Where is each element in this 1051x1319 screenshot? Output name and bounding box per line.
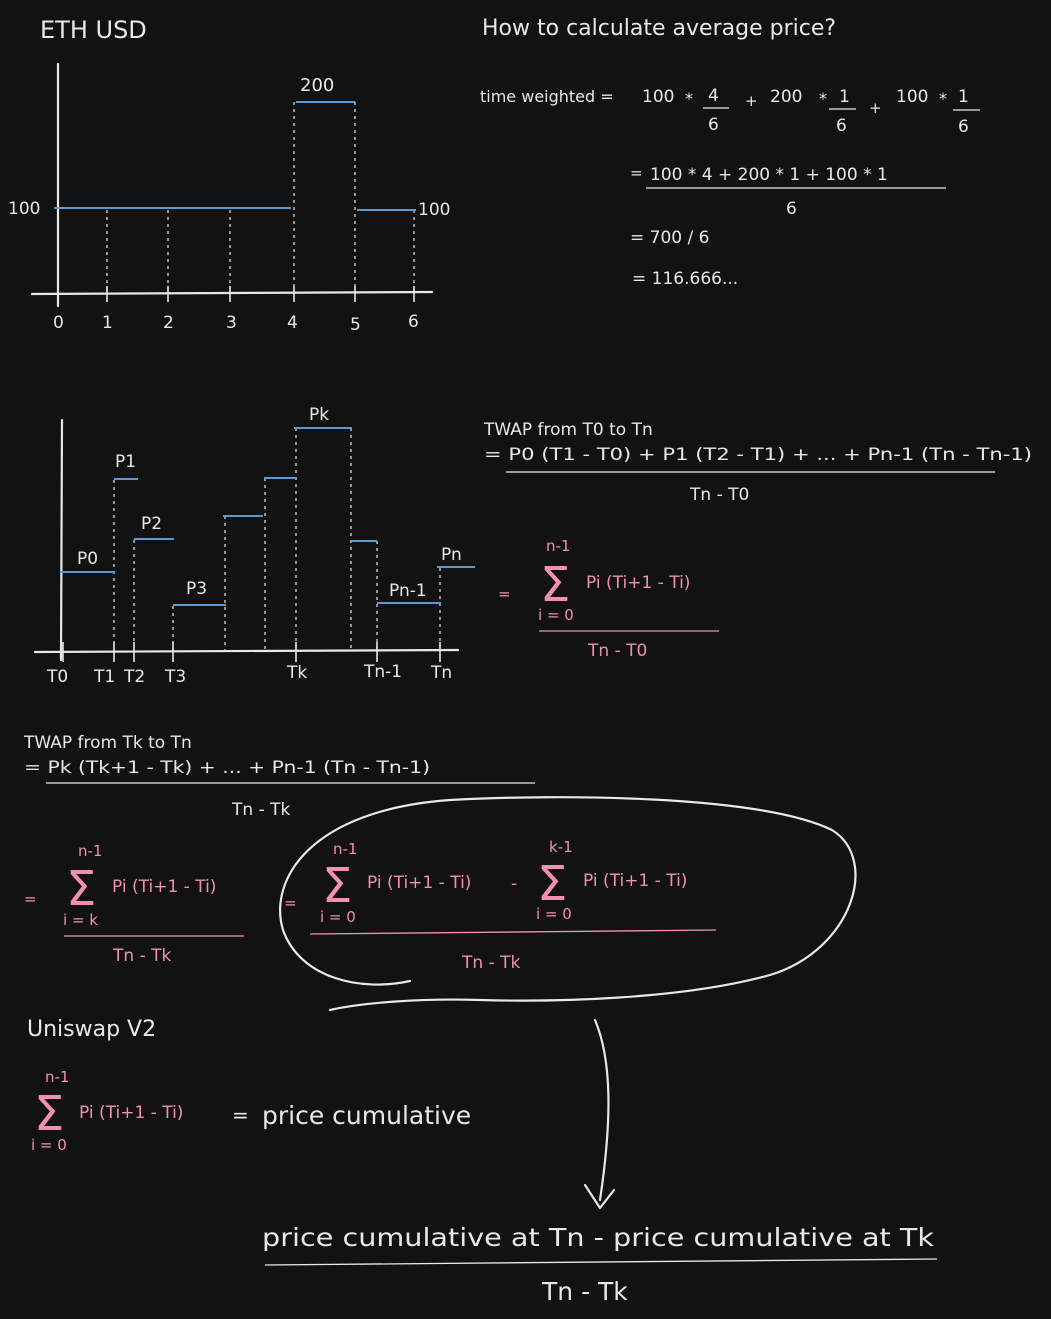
uniswap-equals: = <box>232 1103 249 1127</box>
diff-equals: = <box>284 894 297 912</box>
label-pk: Pk <box>309 405 329 425</box>
twap-k-numerator: = Pk (Tk+1 - Tk) + ... + Pn-1 (Tn - Tn-1… <box>24 758 430 778</box>
highlight-circle <box>279 796 857 1012</box>
uniswap-sum-upper-limit: n-1 <box>45 1068 69 1086</box>
sum-k-upper-limit: n-1 <box>78 842 102 860</box>
term3-multiply: * <box>939 89 947 108</box>
sum-denominator: Tn - T0 <box>587 641 647 661</box>
label-t2: T2 <box>123 667 145 687</box>
term1-numerator: 4 <box>708 86 719 106</box>
term2-numerator: 1 <box>839 87 850 107</box>
label-p2: P2 <box>141 514 162 534</box>
sigma-icon: Σ <box>34 1086 64 1142</box>
uniswap-section: Uniswap V2 n-1 Σ i = 0 Pi (Ti+1 - Ti) = … <box>27 1017 471 1154</box>
chart1-x-tick-label: 3 <box>226 313 237 333</box>
twap-full-denominator: Tn - T0 <box>689 485 749 505</box>
final-numerator: price cumulative at Tn - price cumulativ… <box>262 1223 935 1252</box>
sum-k-lower-limit: i = k <box>63 911 98 929</box>
time-weighted-label: time weighted = <box>480 87 614 106</box>
diff-denominator: Tn - Tk <box>461 953 520 973</box>
uniswap-title: Uniswap V2 <box>27 1017 156 1042</box>
chart2-x-axis <box>33 648 460 654</box>
chart1-y-label: 100 <box>8 199 40 219</box>
label-t1: T1 <box>93 667 115 687</box>
chart1-x-axis <box>30 290 434 296</box>
sum-k1-body: Pi (Ti+1 - Ti) <box>583 871 687 891</box>
term3-numerator: 1 <box>958 87 969 107</box>
label-pn: Pn <box>441 545 462 565</box>
sum-k-denominator: Tn - Tk <box>112 946 171 966</box>
twap-t0-tn: TWAP from T0 to Tn = P0 (T1 - T0) + P1 (… <box>483 420 1032 661</box>
price-steps-chart: P0 P1 P2 P3 Pk Pn-1 Pn T0 T1 T2 T3 Tk Tn… <box>33 405 475 687</box>
average-question: How to calculate average price? <box>482 16 836 41</box>
label-tn: Tn <box>430 663 452 683</box>
arrow-line <box>593 1018 610 1202</box>
chart1-right-value: 100 <box>418 200 450 220</box>
label-p3: P3 <box>186 579 207 599</box>
minus-sign: - <box>511 874 517 894</box>
sum-upper-limit: n-1 <box>546 537 570 555</box>
sum-n-body: Pi (Ti+1 - Ti) <box>367 873 471 893</box>
sum-n-lower-limit: i = 0 <box>320 908 356 926</box>
sum-body: Pi (Ti+1 - Ti) <box>586 573 690 593</box>
label-p0: P0 <box>77 549 98 569</box>
uniswap-sum-lower-limit: i = 0 <box>31 1136 67 1154</box>
chart1-x-tick-label: 1 <box>102 313 113 333</box>
chart1-x-tick-label: 2 <box>163 313 174 333</box>
twap-k-equals: = <box>24 890 37 908</box>
uniswap-sum-body: Pi (Ti+1 - Ti) <box>79 1103 183 1123</box>
term3-value: 100 <box>896 87 928 107</box>
twap-tk-tn: TWAP from Tk to Tn = Pk (Tk+1 - Tk) + ..… <box>23 733 857 1012</box>
final-fraction-bar <box>264 1258 938 1266</box>
chart1-x-tick-label: 6 <box>408 312 419 332</box>
term1-denominator: 6 <box>708 115 719 135</box>
price-cumulative-label: price cumulative <box>262 1101 471 1130</box>
diff-fraction-bar <box>309 929 717 935</box>
term2-value: 200 <box>770 87 802 107</box>
twap-full-title: TWAP from T0 to Tn <box>483 420 653 440</box>
sigma-icon: Σ <box>540 557 570 613</box>
twap-k-title: TWAP from Tk to Tn <box>23 733 192 753</box>
step2-equals: = <box>630 164 643 182</box>
step2-numerator: 100 * 4 + 200 * 1 + 100 * 1 <box>650 165 888 185</box>
average-price-calculation: How to calculate average price? time wei… <box>480 16 980 289</box>
eth-usd-chart: ETH USD 100 200 100 0 1 2 3 4 5 6 <box>8 16 450 335</box>
twap-full-equals: = <box>498 585 511 603</box>
twap-diagram: ETH USD 100 200 100 0 1 2 3 4 5 6 How to… <box>8 16 1032 1306</box>
step2-denominator: 6 <box>786 199 797 219</box>
term3-denominator: 6 <box>958 117 969 137</box>
chart1-x-tick-label: 0 <box>53 313 64 333</box>
plus-sign: + <box>869 99 882 117</box>
twap-full-numerator: = P0 (T1 - T0) + P1 (T2 - T1) + ... + Pn… <box>484 445 1032 465</box>
chart1-x-tick-label: 5 <box>350 315 361 335</box>
step4-result: = 116.666... <box>632 269 738 289</box>
chart1-top-value: 200 <box>300 75 334 96</box>
term2-denominator: 6 <box>836 116 847 136</box>
label-t3: T3 <box>164 667 186 687</box>
twap-k-denominator: Tn - Tk <box>231 800 290 820</box>
sigma-icon: Σ <box>66 861 96 917</box>
term1-multiply: * <box>685 89 693 108</box>
sum-k1-lower-limit: i = 0 <box>536 905 572 923</box>
chart1-x-tick-label: 4 <box>287 313 298 333</box>
final-formula: price cumulative at Tn - price cumulativ… <box>262 1223 938 1306</box>
sum-lower-limit: i = 0 <box>538 606 574 624</box>
sigma-icon: Σ <box>537 856 567 912</box>
sum-k1-upper-limit: k-1 <box>549 838 573 856</box>
plus-sign: + <box>745 92 758 110</box>
chart1-title: ETH USD <box>40 16 147 44</box>
sum-k-body: Pi (Ti+1 - Ti) <box>112 877 216 897</box>
label-pn-1: Pn-1 <box>389 581 427 601</box>
chart2-y-axis <box>59 418 64 662</box>
label-t0: T0 <box>46 667 68 687</box>
term2-multiply: * <box>819 89 827 108</box>
label-tn-1: Tn-1 <box>363 662 402 682</box>
final-denominator: Tn - Tk <box>541 1277 628 1306</box>
sum-n-upper-limit: n-1 <box>333 840 357 858</box>
label-tk: Tk <box>286 663 307 683</box>
term1-value: 100 <box>642 87 674 107</box>
sigma-icon: Σ <box>322 858 352 914</box>
label-p1: P1 <box>115 452 136 472</box>
step3-line: = 700 / 6 <box>630 228 709 248</box>
